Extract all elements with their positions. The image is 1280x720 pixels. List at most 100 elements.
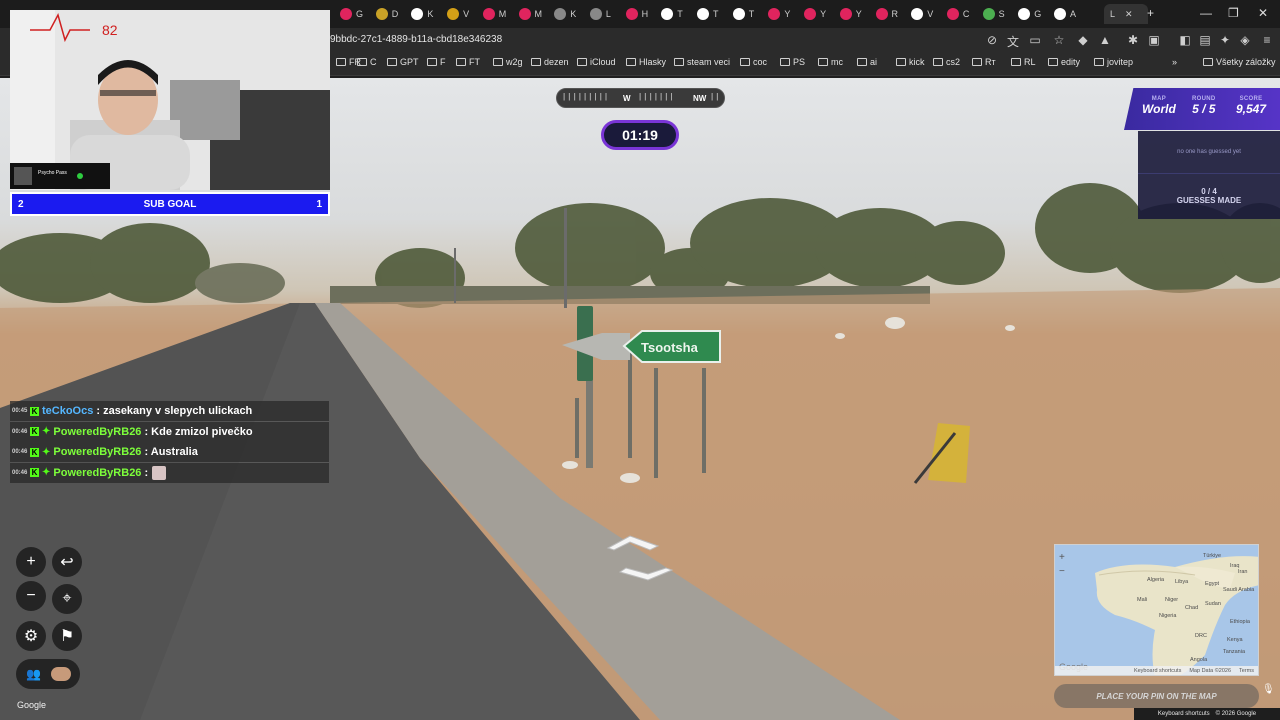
bookmark-item[interactable]: F (427, 57, 446, 67)
bookmark-icon (780, 58, 790, 66)
bookmark-item[interactable]: FT (456, 57, 480, 67)
tab-active[interactable]: L ✕ (1104, 4, 1148, 24)
brave-shield-icon[interactable]: ◆ (1076, 33, 1090, 47)
chat-username[interactable]: PoweredByRB26 (53, 446, 141, 458)
browser-tab[interactable]: K (411, 4, 441, 24)
new-tab-icon[interactable]: + (1147, 6, 1154, 20)
bookmark-icon (1094, 58, 1104, 66)
minimap-zoom-in-icon[interactable]: + (1059, 551, 1065, 565)
close-window-icon[interactable]: ✕ (1258, 6, 1268, 20)
leo-ai-icon[interactable]: ✦ (1218, 33, 1232, 47)
browser-tab[interactable]: K (554, 4, 584, 24)
browser-tab[interactable]: M (518, 4, 549, 24)
compass[interactable]: ||||||||| W ||||||| NW || (556, 88, 725, 108)
rewards-icon[interactable]: ▲ (1098, 33, 1112, 47)
minus-icon: − (26, 587, 36, 604)
bookmark-item[interactable]: PS (780, 57, 805, 67)
close-tab-icon[interactable]: ✕ (1125, 9, 1133, 20)
browser-tab[interactable]: V (911, 4, 941, 24)
kick-badge-icon: K (30, 468, 39, 477)
chat-username[interactable]: PoweredByRB26 (53, 426, 141, 438)
minimize-icon[interactable]: — (1200, 6, 1212, 20)
round-timer: 01:19 (601, 120, 679, 150)
browser-tab[interactable]: R (875, 4, 906, 24)
page-footer: Keyboard shortcuts © 2026 Google (1134, 708, 1280, 720)
tab-favicon-icon (661, 8, 674, 20)
guess-minimap[interactable]: Türkiye Iraq Iran Algeria Libya Egypt Saudi Ar… (1054, 544, 1259, 676)
split-view-icon[interactable]: ◧ (1178, 33, 1192, 47)
bookmark-item[interactable]: mc (818, 57, 843, 67)
tab-favicon-icon (875, 8, 888, 20)
url-field[interactable]: 9bbdc-27c1-4889-b11a-cbd18e346238 (330, 34, 502, 45)
bookmark-star-icon[interactable]: ☆ (1052, 33, 1066, 47)
settings-button[interactable]: ⚙ (16, 621, 46, 651)
chat-username[interactable]: PoweredByRB26 (53, 467, 141, 479)
chat-username[interactable]: teCkoOcs (42, 405, 93, 417)
bookmark-item[interactable]: edity (1048, 57, 1080, 67)
bookmark-item[interactable]: jovitep (1094, 57, 1133, 67)
bookmark-item[interactable]: RL (1011, 57, 1036, 67)
browser-tab[interactable]: G (1018, 4, 1048, 24)
browser-tab[interactable]: T (697, 4, 727, 24)
minimap-zoom-out-icon[interactable]: − (1059, 565, 1065, 579)
browser-tab[interactable]: H (625, 4, 656, 24)
minimap-terms[interactable]: Terms (1239, 668, 1254, 674)
extensions-icon[interactable]: ✱ (1126, 33, 1140, 47)
minimap-shortcuts[interactable]: Keyboard shortcuts (1134, 668, 1181, 674)
wallet-icon[interactable]: ▤ (1198, 33, 1212, 47)
bookmark-label: w2g (506, 57, 523, 67)
bookmark-label: coc (753, 57, 768, 67)
browser-tab[interactable]: L (589, 4, 620, 24)
vpn-icon[interactable]: ◈ (1238, 33, 1252, 47)
bookmark-item[interactable]: Rт (972, 57, 996, 67)
bookmark-label: F (440, 57, 446, 67)
browser-tab[interactable]: M (482, 4, 513, 24)
undo-move-button[interactable]: ↩ (52, 547, 82, 577)
bookmark-item[interactable]: kick (896, 57, 925, 67)
browser-tab[interactable]: V (447, 4, 477, 24)
place-pin-button[interactable]: PLACE YOUR PIN ON THE MAP (1054, 684, 1259, 708)
browser-tab[interactable]: Y (804, 4, 834, 24)
sidebar-icon[interactable]: ▣ (1147, 33, 1161, 47)
menu-icon[interactable]: ≡ (1260, 33, 1274, 47)
microphone-icon[interactable]: 🎙 (1262, 684, 1275, 695)
bookmark-item[interactable]: GPT (387, 57, 419, 67)
bookmark-item[interactable]: steam veci (674, 57, 730, 67)
browser-tab[interactable]: G (340, 4, 370, 24)
restore-icon[interactable]: ❐ (1228, 6, 1239, 20)
bookmark-item[interactable]: cs2 (933, 57, 960, 67)
bookmark-item[interactable]: C (357, 57, 377, 67)
bookmark-item[interactable]: dezen (531, 57, 569, 67)
tab-label: R (891, 9, 899, 19)
translate-icon[interactable]: 文 (1006, 33, 1020, 50)
players-button[interactable]: 👥 (16, 659, 80, 689)
browser-tab[interactable]: Y (768, 4, 798, 24)
eye-off-icon[interactable]: ⊘ (985, 33, 999, 47)
browser-tab[interactable]: D (375, 4, 406, 24)
minimap-country-label: Angola (1190, 657, 1208, 663)
footer-shortcuts[interactable]: Keyboard shortcuts (1158, 711, 1210, 717)
all-bookmarks-button[interactable]: Všetky záložky (1203, 57, 1276, 67)
bookmark-item[interactable]: w2g (493, 57, 523, 67)
zoom-in-button[interactable]: + (16, 547, 46, 577)
bookmark-item[interactable]: iCloud (577, 57, 616, 67)
browser-tab[interactable]: T (732, 4, 763, 24)
browser-tab[interactable]: Y (839, 4, 870, 24)
bookmark-item[interactable]: Hlasky (626, 57, 666, 67)
cast-icon[interactable]: ▭ (1028, 33, 1042, 47)
bookmark-item[interactable]: ai (857, 57, 877, 67)
checkpoint-button[interactable]: ⚑ (52, 621, 82, 651)
player-avatars (50, 667, 71, 681)
bookmark-icon (740, 58, 750, 66)
zoom-out-button[interactable]: − (16, 581, 46, 611)
bookmark-item[interactable]: coc (740, 57, 767, 67)
return-to-start-button[interactable]: ⌖ (52, 584, 82, 614)
browser-tab[interactable]: C (946, 4, 977, 24)
browser-tab[interactable]: T (661, 4, 691, 24)
browser-tab[interactable]: A (1054, 4, 1084, 24)
browser-tab[interactable]: S (982, 4, 1013, 24)
bookmark-icon (896, 58, 906, 66)
location-pin-icon: ⌖ (62, 590, 72, 607)
bookmark-label: PS (793, 57, 806, 67)
bookmarks-overflow-icon[interactable]: » (1172, 57, 1177, 67)
